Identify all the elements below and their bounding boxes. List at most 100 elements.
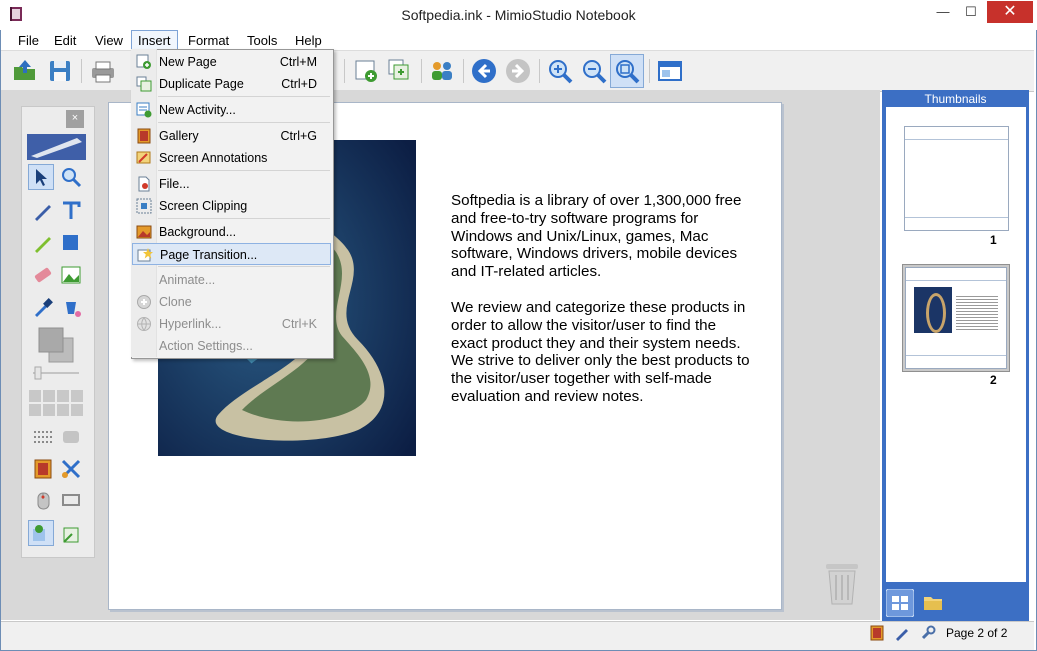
- page-tool-icon[interactable]: [58, 522, 84, 548]
- menu-format[interactable]: Format: [184, 32, 233, 50]
- gallery-icon: [137, 128, 151, 144]
- screen-annotations-icon: [136, 151, 151, 164]
- menu-item-shortcut: Ctrl+G: [280, 129, 317, 143]
- menu-file[interactable]: File: [14, 32, 43, 50]
- menu-item-label: Hyperlink...: [159, 317, 222, 331]
- menu-separator: [158, 122, 330, 123]
- eraser-tool-icon[interactable]: [30, 262, 56, 288]
- menu-help[interactable]: Help: [291, 32, 326, 50]
- menu-item-label: File...: [159, 177, 190, 191]
- annotate-mode-button[interactable]: [28, 520, 54, 546]
- text-tool-icon[interactable]: [58, 198, 84, 224]
- menu-item-background[interactable]: Background...: [132, 221, 331, 243]
- trash-icon[interactable]: [822, 560, 862, 606]
- zoom-tool-icon[interactable]: [58, 164, 84, 190]
- pointer-icon: [36, 169, 47, 186]
- color-grid-icon[interactable]: [29, 390, 85, 420]
- annotate-icon: [33, 525, 45, 541]
- color-swatch-icon[interactable]: [37, 326, 77, 366]
- toolbar-separator: [539, 59, 540, 83]
- display-mode-icon[interactable]: [656, 57, 684, 85]
- image-tool-icon[interactable]: [58, 262, 84, 288]
- zoom-fit-button[interactable]: [610, 54, 644, 88]
- hyperlink-icon: [137, 317, 151, 331]
- previous-page-icon[interactable]: [470, 57, 498, 85]
- menu-item-page-transition[interactable]: Page Transition...: [132, 243, 331, 265]
- wrench-status-icon[interactable]: [920, 625, 936, 641]
- menu-item-animate[interactable]: Animate...: [132, 269, 331, 291]
- line-width-slider[interactable]: [31, 366, 81, 380]
- maximize-button[interactable]: ☐: [958, 1, 984, 23]
- menu-item-shortcut: Ctrl+D: [281, 77, 317, 91]
- open-icon[interactable]: [11, 57, 39, 85]
- menu-separator: [158, 170, 330, 171]
- gallery-status-icon[interactable]: [869, 625, 885, 641]
- collaborate-users-icon[interactable]: [428, 57, 456, 85]
- menu-view[interactable]: View: [91, 32, 127, 50]
- thumbnails-title: Thumbnails: [924, 92, 987, 106]
- dropper-tool-icon[interactable]: [30, 294, 56, 320]
- page-paragraph: We review and categorize these products …: [451, 298, 750, 405]
- print-icon[interactable]: [89, 57, 117, 85]
- toolbar-separator: [463, 59, 464, 83]
- shape-tool-icon[interactable]: [58, 230, 84, 256]
- zoom-out-icon[interactable]: [580, 57, 608, 85]
- zoom-in-icon[interactable]: [546, 57, 574, 85]
- menu-item-file[interactable]: File...: [132, 173, 331, 195]
- menu-tools[interactable]: Tools: [243, 32, 281, 50]
- save-icon[interactable]: [46, 57, 74, 85]
- line-style-icon[interactable]: [30, 424, 56, 450]
- menu-item-label: Background...: [159, 225, 237, 239]
- background-icon: [136, 225, 152, 239]
- screen-mode-icon[interactable]: [58, 488, 84, 514]
- select-tool-button[interactable]: [28, 164, 54, 190]
- page-thumbnail[interactable]: [905, 267, 1007, 369]
- new-page-icon[interactable]: [352, 57, 380, 85]
- toolbar-separator: [649, 59, 650, 83]
- menu-item-new-activity[interactable]: New Activity...: [132, 99, 331, 121]
- pen-banner-icon: [27, 134, 86, 160]
- page-text-box[interactable]: Softpedia is a library of over 1,300,000…: [451, 192, 751, 424]
- menu-item-hyperlink[interactable]: Hyperlink... Ctrl+K: [132, 313, 331, 335]
- menu-item-action-settings[interactable]: Action Settings...: [132, 335, 331, 357]
- toolbar-separator: [81, 59, 82, 83]
- menu-item-screen-clipping[interactable]: Screen Clipping: [132, 195, 331, 217]
- folder-icon[interactable]: [922, 592, 944, 614]
- menu-item-gallery[interactable]: Gallery Ctrl+G: [132, 125, 331, 147]
- pen-status-icon[interactable]: [894, 625, 910, 641]
- menu-item-new-page[interactable]: New Page Ctrl+M: [132, 51, 331, 73]
- page-thumbnail[interactable]: [904, 126, 1009, 231]
- page-paragraph: Softpedia is a library of over 1,300,000…: [451, 192, 742, 281]
- menu-item-shortcut: Ctrl+K: [281, 317, 317, 331]
- gallery-tool-icon[interactable]: [30, 456, 56, 482]
- toolbar-separator: [344, 59, 345, 83]
- next-page-icon[interactable]: [504, 57, 532, 85]
- menu-item-duplicate-page[interactable]: Duplicate Page Ctrl+D: [132, 73, 331, 95]
- new-page-icon: [136, 54, 151, 69]
- thumbnail-grid-icon[interactable]: [886, 589, 914, 617]
- page-thumbnail-label: 2: [990, 373, 997, 387]
- menu-item-label: Page Transition...: [160, 248, 258, 262]
- mouse-mode-icon[interactable]: [30, 488, 56, 514]
- menu-item-label: Duplicate Page: [159, 77, 244, 91]
- tools-scissors-icon[interactable]: [58, 456, 84, 482]
- pen-tool-icon[interactable]: [30, 198, 56, 224]
- menu-separator: [158, 96, 330, 97]
- menu-item-screen-annotations[interactable]: Screen Annotations: [132, 147, 331, 169]
- transparency-icon[interactable]: [58, 424, 84, 450]
- fill-tool-icon[interactable]: [58, 294, 84, 320]
- duplicate-page-icon[interactable]: [386, 57, 414, 85]
- highlighter-tool-icon[interactable]: [30, 230, 56, 256]
- window-title: Softpedia.ink - MimioStudio Notebook: [401, 7, 636, 23]
- minimize-button[interactable]: —: [930, 1, 956, 23]
- menu-separator: [158, 218, 330, 219]
- menu-bar: File Edit View Insert Format Tools Help: [1, 30, 1034, 51]
- menu-item-label: New Page: [159, 55, 217, 69]
- menu-insert[interactable]: Insert: [131, 30, 178, 51]
- palette-close-button[interactable]: ×: [66, 110, 84, 128]
- duplicate-page-icon: [136, 76, 152, 92]
- menu-edit[interactable]: Edit: [50, 32, 80, 50]
- menu-item-clone[interactable]: Clone: [132, 291, 331, 313]
- close-button[interactable]: ✕: [987, 1, 1033, 23]
- menu-item-label: Screen Annotations: [159, 151, 268, 165]
